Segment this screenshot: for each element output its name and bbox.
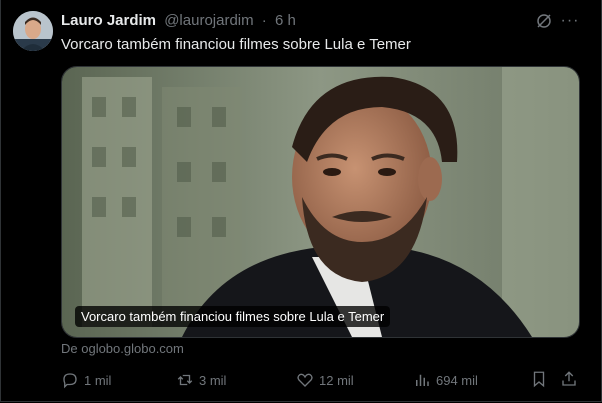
bookmark-icon[interactable] xyxy=(530,370,548,388)
repost-icon xyxy=(177,374,193,386)
repost-button[interactable]: 3 mil xyxy=(176,367,226,393)
separator-dot: · xyxy=(261,12,267,29)
like-count: 12 mil xyxy=(319,372,354,388)
author-handle[interactable]: @laurojardim xyxy=(164,12,253,29)
share-icon[interactable] xyxy=(560,370,578,388)
views-icon xyxy=(416,374,429,386)
card-image xyxy=(62,67,579,337)
avatar-image xyxy=(13,11,53,51)
action-bar: 1 mil 3 mil 12 mil 694 mil xyxy=(61,367,581,393)
reply-button[interactable]: 1 mil xyxy=(61,367,111,393)
tweet-header: Lauro Jardim @laurojardim · 6 h xyxy=(61,12,296,30)
avatar[interactable] xyxy=(13,11,53,51)
link-card[interactable]: Vorcaro também financiou filmes sobre Lu… xyxy=(61,66,580,338)
reply-icon xyxy=(63,373,77,389)
card-caption: Vorcaro também financiou filmes sobre Lu… xyxy=(75,306,391,327)
author-name[interactable]: Lauro Jardim xyxy=(61,12,156,29)
card-source[interactable]: De oglobo.globo.com xyxy=(61,341,184,356)
reply-count: 1 mil xyxy=(84,372,112,388)
tweet-text: Vorcaro também financiou filmes sobre Lu… xyxy=(61,36,411,53)
heart-icon xyxy=(297,373,313,387)
repost-count: 3 mil xyxy=(199,372,227,388)
views-count: 694 mil xyxy=(436,372,478,388)
timestamp[interactable]: 6 h xyxy=(275,12,296,29)
like-button[interactable]: 12 mil xyxy=(296,367,354,393)
views-button[interactable]: 694 mil xyxy=(413,367,478,393)
more-options-icon[interactable]: ··· xyxy=(560,11,580,31)
grok-icon[interactable] xyxy=(535,12,553,30)
